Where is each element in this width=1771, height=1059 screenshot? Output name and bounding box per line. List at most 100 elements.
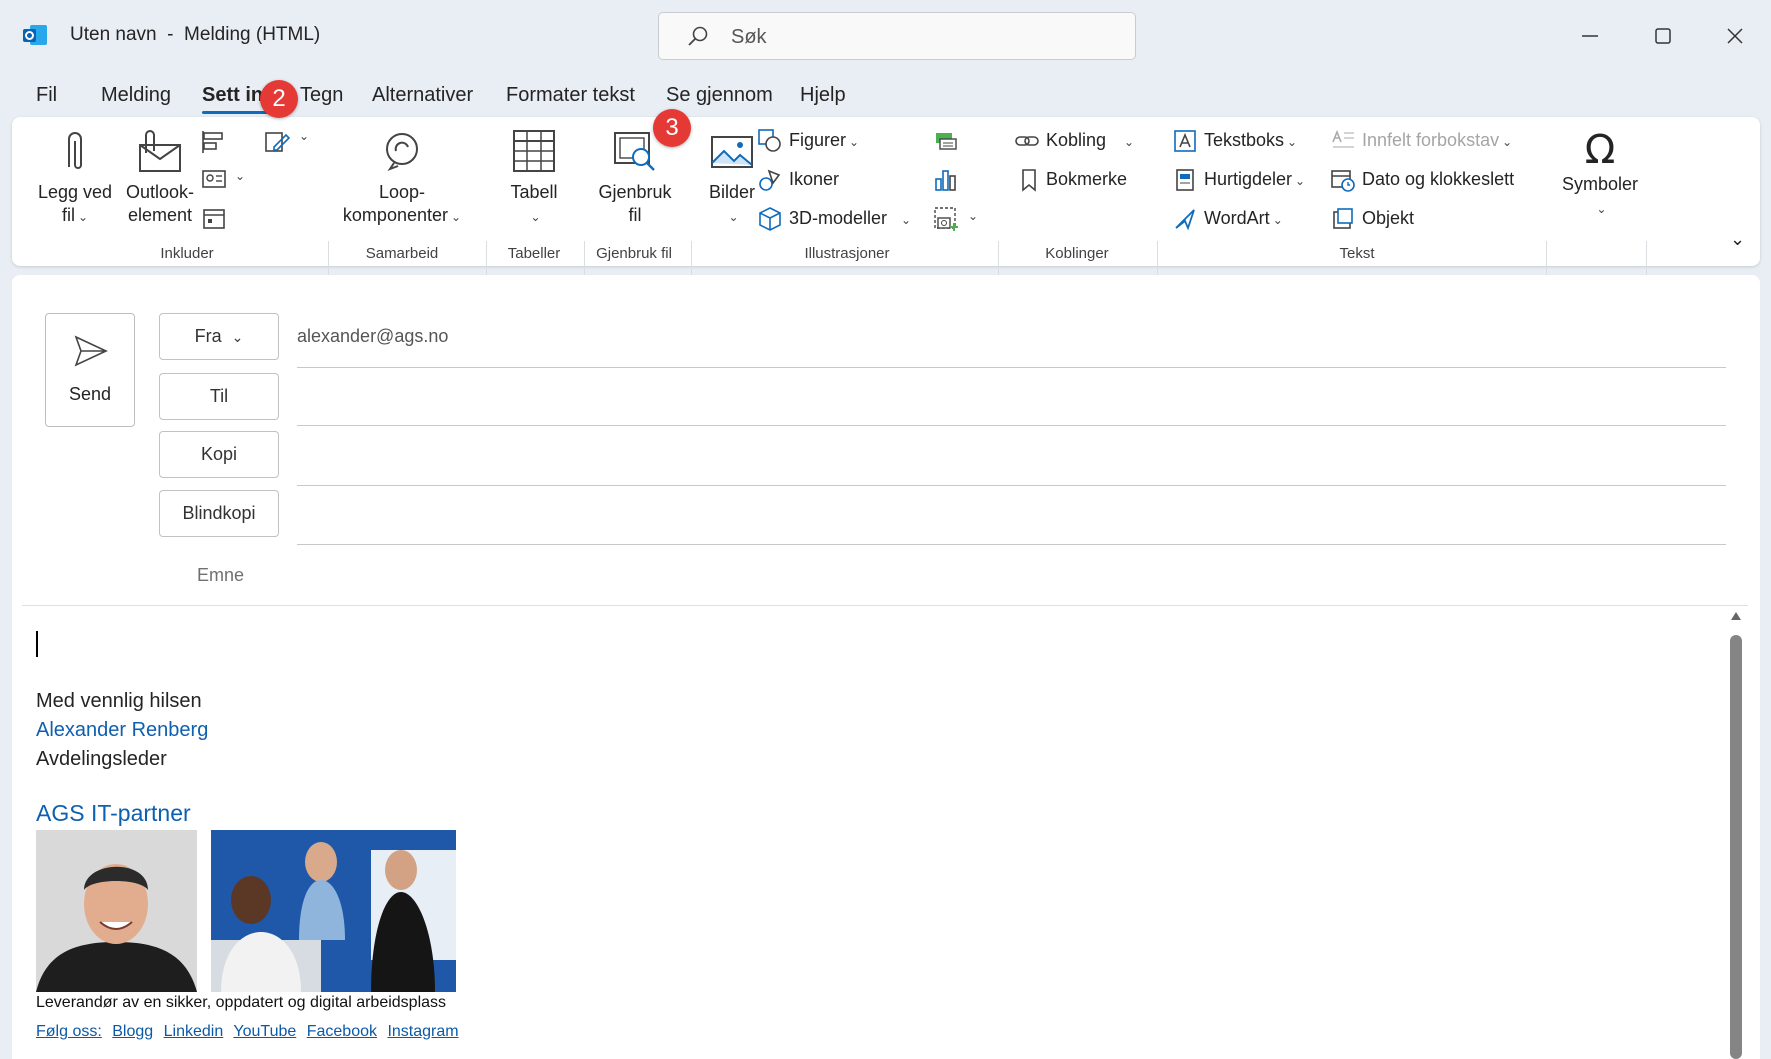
3d-models-button[interactable]: 3D-modeller ⌄ xyxy=(757,203,911,233)
step-badge: 3 xyxy=(653,109,691,147)
tab-tegn[interactable]: Tegn xyxy=(300,84,343,107)
from-button[interactable]: Fra ⌄ xyxy=(159,313,279,360)
chevron-down-icon: ⌄ xyxy=(1295,174,1306,188)
chevron-down-icon: ⌄ xyxy=(901,213,912,227)
wordart-icon xyxy=(1175,209,1195,231)
date-time-button[interactable]: Dato og klokkeslett xyxy=(1330,164,1514,194)
from-address: alexander@ags.no xyxy=(297,326,449,346)
tab-se-gjennom[interactable]: Se gjennom xyxy=(666,84,773,107)
link-facebook[interactable]: Facebook xyxy=(307,1023,377,1040)
loop-components-button[interactable]: Loop- komponenter ⌄ xyxy=(337,127,467,229)
field-underline xyxy=(297,367,1726,368)
group-label-inkluder: Inkluder xyxy=(160,245,214,262)
minimize-icon[interactable] xyxy=(1570,16,1610,56)
icons-icon xyxy=(759,169,781,192)
close-icon[interactable] xyxy=(1715,16,1755,56)
chevron-down-icon: ⌄ xyxy=(849,135,860,149)
drop-cap-button: Innfelt forbokstav ⌄ xyxy=(1330,125,1512,155)
textbox-icon xyxy=(1174,130,1196,153)
social-links: Følg oss: Blogg Linkedin YouTube Faceboo… xyxy=(36,1023,465,1041)
group-label-illustrasjoner: Illustrasjoner xyxy=(804,245,890,262)
chevron-down-icon: ⌄ xyxy=(451,210,462,224)
chevron-down-icon: ⌄ xyxy=(77,210,89,224)
quick-parts-icon xyxy=(1176,169,1194,192)
search-box[interactable]: Søk xyxy=(658,12,1136,60)
link-youtube[interactable]: YouTube xyxy=(233,1023,296,1040)
header-divider xyxy=(22,605,1748,606)
calendar-icon[interactable] xyxy=(200,205,228,231)
business-card-icon[interactable] xyxy=(200,167,228,191)
outlook-item-icon xyxy=(139,130,181,172)
icons-button[interactable]: Ikoner xyxy=(757,164,839,194)
chevron-down-icon[interactable]: ⌄ xyxy=(235,169,245,183)
outlook-logo-icon xyxy=(23,25,47,45)
signature-greeting: Med vennlig hilsen xyxy=(36,690,202,712)
send-button[interactable]: Send xyxy=(45,313,135,427)
scroll-up-icon[interactable] xyxy=(1730,611,1742,621)
group-label-samarbeid: Samarbeid xyxy=(365,245,439,262)
chevron-down-icon[interactable]: ⌄ xyxy=(299,129,309,143)
object-button[interactable]: Objekt xyxy=(1330,203,1414,233)
tab-alternativer[interactable]: Alternativer xyxy=(372,84,473,107)
textbox-button[interactable]: Tekstboks ⌄ xyxy=(1172,125,1297,155)
tab-melding[interactable]: Melding xyxy=(101,84,171,107)
link-linkedin[interactable]: Linkedin xyxy=(164,1023,224,1040)
scrollbar-thumb[interactable] xyxy=(1730,635,1742,1059)
omega-icon: Ω xyxy=(1584,127,1616,173)
maximize-icon[interactable] xyxy=(1643,16,1683,56)
chevron-down-icon[interactable]: ⌄ xyxy=(968,209,978,223)
group-label-tabeller: Tabeller xyxy=(507,245,561,262)
send-icon xyxy=(74,335,108,367)
chevron-down-icon: ⌄ xyxy=(1596,202,1607,216)
link-button[interactable]: Kobling ⌄ xyxy=(1014,125,1134,155)
table-button[interactable]: Tabell ⌄ xyxy=(494,127,574,229)
chevron-down-icon: ⌄ xyxy=(1502,135,1513,149)
wordart-button[interactable]: WordArt ⌄ xyxy=(1172,203,1283,233)
reuse-file-icon xyxy=(614,132,655,171)
bookmark-icon xyxy=(1022,169,1036,192)
attach-file-button[interactable]: Legg ved fil ⌄ xyxy=(30,127,120,229)
chevron-down-icon: ⌄ xyxy=(1124,135,1135,149)
align-icon[interactable] xyxy=(200,129,228,155)
bcc-field[interactable] xyxy=(297,544,1726,545)
team-photo xyxy=(211,830,456,992)
link-instagram[interactable]: Instagram xyxy=(387,1023,458,1040)
symbols-button[interactable]: Ω Symboler ⌄ xyxy=(1550,127,1650,221)
search-placeholder: Søk xyxy=(731,26,767,48)
chevron-down-icon: ⌄ xyxy=(530,210,541,224)
to-button[interactable]: Til xyxy=(159,373,279,420)
chevron-down-icon: ⌄ xyxy=(1272,213,1283,227)
link-blogg[interactable]: Blogg xyxy=(112,1023,153,1040)
ribbon-expand-icon[interactable]: ⌄ xyxy=(1730,229,1745,250)
cc-button[interactable]: Kopi xyxy=(159,431,279,478)
profile-photo xyxy=(36,830,197,992)
smartart-icon[interactable] xyxy=(932,129,960,153)
signature-icon[interactable] xyxy=(262,127,292,157)
cube-icon xyxy=(759,207,781,232)
signature-tagline: Leverandør av en sikker, oppdatert og di… xyxy=(36,994,447,1011)
subject-label[interactable]: Emne xyxy=(197,565,244,586)
cc-field[interactable] xyxy=(297,485,1726,486)
follow-label[interactable]: Følg oss: xyxy=(36,1023,102,1040)
chevron-down-icon: ⌄ xyxy=(728,210,739,224)
date-time-icon xyxy=(1331,170,1355,193)
chevron-down-icon: ⌄ xyxy=(231,329,244,345)
step-badge: 2 xyxy=(260,80,298,118)
outlook-item-button[interactable]: Outlook- element xyxy=(112,127,208,227)
tab-formater-tekst[interactable]: Formater tekst xyxy=(506,84,635,107)
signature-company: AGS IT-partner xyxy=(36,800,191,826)
chevron-down-icon: ⌄ xyxy=(1287,135,1298,149)
tab-hjelp[interactable]: Hjelp xyxy=(800,84,846,107)
shapes-button[interactable]: Figurer ⌄ xyxy=(757,125,859,155)
screenshot-icon[interactable] xyxy=(932,205,960,233)
group-label-gjenbruk-fil: Gjenbruk fil xyxy=(596,245,672,262)
text-cursor xyxy=(36,631,38,657)
drop-cap-icon xyxy=(1332,130,1354,148)
quick-parts-button[interactable]: Hurtigdeler ⌄ xyxy=(1172,164,1305,194)
bookmark-button[interactable]: Bokmerke xyxy=(1018,164,1127,194)
tab-fil[interactable]: Fil xyxy=(36,84,57,107)
bcc-button[interactable]: Blindkopi xyxy=(159,490,279,537)
to-field[interactable] xyxy=(297,425,1726,426)
paperclip-icon xyxy=(68,132,82,169)
chart-icon[interactable] xyxy=(932,167,960,193)
